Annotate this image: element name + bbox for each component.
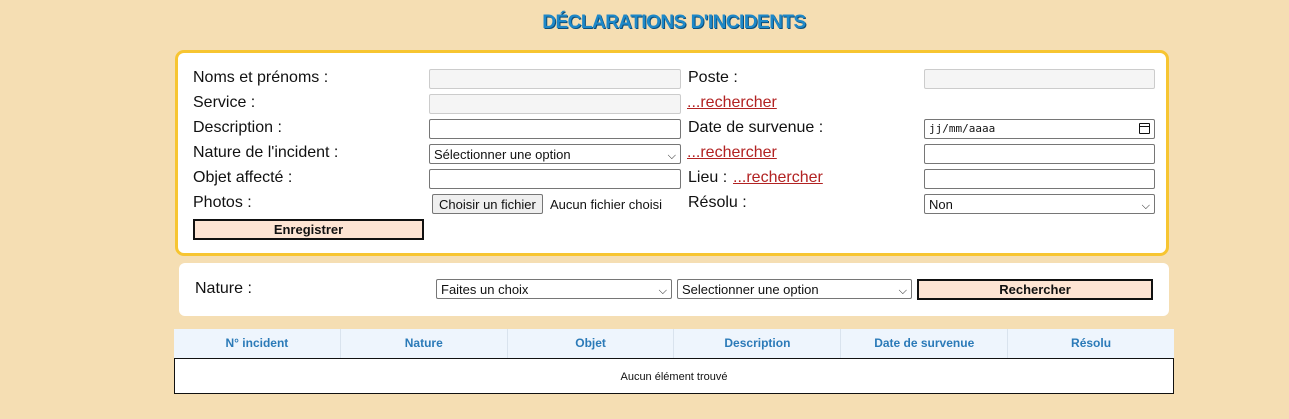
chevron-down-icon: ⌵ [898, 285, 907, 297]
page-title: DÉCLARATIONS D'INCIDENTS [542, 12, 806, 33]
date-field[interactable]: jj/mm/aaaa [924, 119, 1155, 139]
objet-field[interactable] [429, 169, 681, 189]
resolu-select[interactable]: Non ⌵ [924, 194, 1155, 214]
noms-field[interactable] [429, 69, 681, 89]
service-search-link[interactable]: ...rechercher [687, 94, 777, 112]
description-field[interactable] [429, 119, 681, 139]
chevron-down-icon: ⌵ [667, 150, 676, 162]
save-button[interactable]: Enregistrer [193, 219, 424, 240]
objet-label: Objet affecté : [193, 169, 293, 186]
file-status: Aucun fichier choisi [550, 197, 662, 212]
date-placeholder: jj/mm/aaaa [929, 122, 996, 135]
date-label: Date de survenue : [688, 119, 824, 136]
noms-label: Noms et prénoms : [193, 69, 329, 86]
lieu-label: Lieu : [688, 169, 728, 186]
calendar-icon[interactable] [1139, 123, 1150, 134]
chevron-down-icon: ⌵ [1141, 200, 1150, 212]
empty-table-message: Aucun élément trouvé [174, 358, 1174, 394]
service-field[interactable] [429, 94, 681, 114]
option-select[interactable]: Selectionner une option ⌵ [677, 279, 912, 299]
nature-detail-field[interactable] [924, 144, 1155, 164]
nature-label: Nature de l'incident : [193, 144, 339, 161]
table-header: N° incident Nature Objet Description Dat… [174, 329, 1174, 358]
poste-label: Poste : [688, 69, 738, 86]
nature-select-value: Sélectionner une option [434, 147, 571, 162]
choice-select-value: Faites un choix [441, 282, 529, 297]
resolu-label: Résolu : [688, 194, 747, 211]
lieu-field[interactable] [924, 169, 1155, 189]
search-nature-label: Nature : [195, 280, 252, 297]
nature-search-link[interactable]: ...rechercher [687, 144, 777, 162]
nature-select[interactable]: Sélectionner une option ⌵ [429, 144, 681, 164]
choice-select[interactable]: Faites un choix ⌵ [436, 279, 672, 299]
option-select-value: Selectionner une option [682, 282, 819, 297]
search-button[interactable]: Rechercher [917, 279, 1153, 300]
resolu-select-value: Non [929, 197, 953, 212]
choose-file-button[interactable]: Choisir un fichier [432, 194, 543, 214]
column-header-nature[interactable]: Nature [341, 329, 508, 358]
poste-field[interactable] [924, 69, 1155, 89]
chevron-down-icon: ⌵ [658, 285, 667, 297]
search-panel: Nature : Faites un choix ⌵ Selectionner … [179, 263, 1169, 316]
column-header-description[interactable]: Description [674, 329, 842, 358]
lieu-search-link[interactable]: ...rechercher [733, 169, 823, 187]
description-label: Description : [193, 119, 282, 136]
incident-form: Noms et prénoms : Poste : Service : ...r… [175, 50, 1169, 256]
incidents-table: N° incident Nature Objet Description Dat… [174, 329, 1174, 394]
column-header-objet[interactable]: Objet [508, 329, 675, 358]
column-header-date[interactable]: Date de survenue [841, 329, 1009, 358]
photos-label: Photos : [193, 194, 252, 211]
service-label: Service : [193, 94, 256, 111]
column-header-resolu[interactable]: Résolu [1008, 329, 1174, 358]
column-header-incident[interactable]: N° incident [174, 329, 341, 358]
